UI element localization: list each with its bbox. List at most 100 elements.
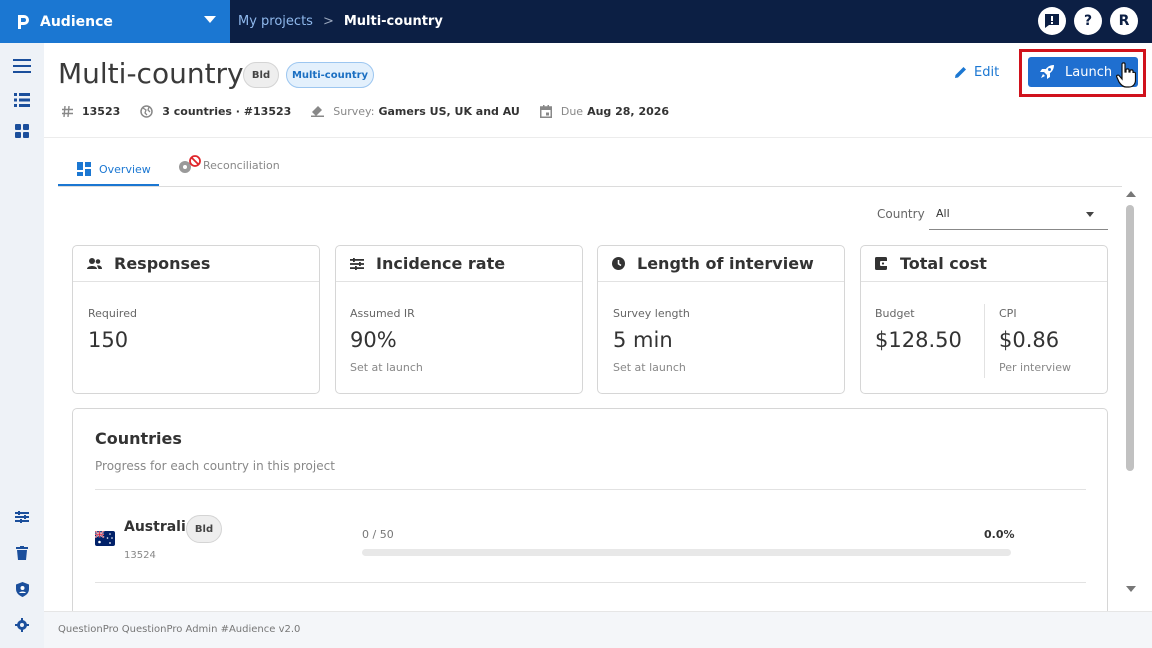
country-filter-select[interactable]: All [929, 203, 1108, 230]
page-title: Multi-country [58, 57, 244, 90]
edit-label: Edit [974, 64, 1000, 80]
scroll-up-icon[interactable] [1126, 191, 1136, 197]
rocket-icon [1040, 65, 1054, 79]
clock-icon [612, 257, 625, 270]
country-progress-count: 0 / 50 [362, 528, 394, 541]
countries-row-divider [95, 582, 1086, 583]
australia-flag-icon [95, 531, 115, 546]
required-value: 150 [88, 328, 129, 352]
total-cost-card: Total cost Budget $128.50 CPI $0.86 Per … [860, 245, 1108, 394]
budget-value: $128.50 [875, 328, 962, 352]
required-label: Required [88, 307, 137, 320]
project-id: 13523 [82, 104, 121, 118]
help-icon: ? [1083, 13, 1093, 29]
scrollbar-thumb[interactable] [1126, 205, 1134, 471]
incidence-rate-title: Incidence rate [376, 254, 506, 273]
total-cost-title: Total cost [900, 254, 987, 273]
left-rail [0, 43, 44, 648]
questionpro-logo-icon [18, 14, 29, 29]
country-project-id: 13524 [124, 550, 156, 561]
edit-button[interactable]: Edit [955, 63, 999, 81]
pencil-icon [955, 67, 966, 78]
user-avatar-button[interactable]: R [1110, 7, 1138, 35]
caret-down-icon [204, 16, 216, 23]
responses-card: Responses Required 150 [72, 245, 320, 394]
incidence-rate-card: Incidence rate Assumed IR 90% Set at lau… [335, 245, 583, 394]
countries-subtitle: Progress for each country in this projec… [95, 459, 335, 473]
breadcrumb-current: Multi-country [343, 14, 443, 29]
tab-overview-label: Overview [99, 162, 151, 176]
project-countries: 3 countries · #13523 [162, 104, 292, 118]
country-name[interactable]: Australia [124, 519, 195, 535]
tab-reconciliation-label: Reconciliation [203, 158, 280, 172]
survey-length-label: Survey length [613, 307, 690, 320]
hand-cursor-icon [1116, 62, 1136, 88]
type-chip-multi-country: Multi-country [286, 62, 374, 88]
breadcrumb: My projects > Multi-country [238, 0, 443, 43]
cpi-note: Per interview [999, 361, 1071, 374]
length-of-interview-card-header: Length of interview [598, 246, 844, 282]
list-icon[interactable] [13, 91, 31, 109]
tab-overview[interactable]: Overview [77, 156, 151, 182]
responses-title: Responses [114, 254, 211, 273]
survey-name: Gamers US, UK and AU [378, 104, 520, 118]
survey-icon [311, 105, 325, 117]
header-divider [44, 137, 1152, 138]
survey-length-note: Set at launch [613, 361, 686, 374]
app-name: Audience [40, 13, 113, 30]
status-chip-bld: Bld [243, 62, 279, 88]
cpi-label: CPI [999, 307, 1017, 320]
feedback-icon [1045, 14, 1059, 28]
length-of-interview-title: Length of interview [637, 254, 814, 273]
gear-icon[interactable] [13, 616, 31, 634]
top-bar: Audience My projects > Multi-country ? R [0, 0, 1152, 43]
help-button[interactable]: ? [1074, 7, 1102, 35]
survey-label: Survey: [333, 104, 375, 118]
country-progress-bar [362, 549, 1011, 556]
launch-label: Launch [1065, 64, 1113, 80]
tabs-divider [58, 186, 1122, 187]
dashboard-tab-icon [77, 162, 91, 176]
people-icon [87, 257, 102, 269]
cost-divider [984, 304, 985, 378]
countries-divider [95, 489, 1086, 490]
tab-reconciliation[interactable]: Reconciliation [178, 152, 280, 178]
country-progress-percent: 0.0% [984, 528, 1015, 541]
wallet-icon [875, 257, 888, 270]
survey-length-value: 5 min [613, 328, 673, 352]
responses-card-header: Responses [73, 246, 319, 282]
length-of-interview-card: Length of interview Survey length 5 min … [597, 245, 845, 394]
footer: QuestionPro QuestionPro Admin #Audience … [44, 611, 1152, 648]
due-date: Aug 28, 2026 [587, 104, 670, 118]
reconciliation-disabled-icon [179, 155, 201, 173]
budget-label: Budget [875, 307, 915, 320]
tune-icon [350, 257, 364, 270]
shield-user-icon[interactable] [13, 580, 31, 598]
breadcrumb-separator: > [322, 14, 334, 29]
assumed-ir-note: Set at launch [350, 361, 423, 374]
app-switcher[interactable]: Audience [0, 0, 230, 43]
feedback-button[interactable] [1038, 7, 1066, 35]
country-status-chip: Bld [186, 515, 222, 543]
breadcrumb-my-projects[interactable]: My projects [238, 14, 313, 29]
project-meta: 13523 3 countries · #13523 Survey: Gamer… [62, 103, 689, 119]
calendar-icon [539, 104, 552, 118]
countries-section: Countries Progress for each country in t… [72, 408, 1108, 618]
menu-icon[interactable] [13, 57, 31, 75]
country-filter-label: Country [877, 207, 925, 221]
sliders-icon[interactable] [13, 508, 31, 526]
globe-icon [140, 104, 154, 118]
avatar-initial: R [1118, 13, 1130, 29]
assumed-ir-value: 90% [350, 328, 397, 352]
country-filter-value: All [936, 207, 950, 220]
trash-icon[interactable] [13, 544, 31, 562]
incidence-rate-card-header: Incidence rate [336, 246, 582, 282]
caret-down-icon [1086, 212, 1094, 217]
due-label: Due [560, 104, 584, 118]
footer-text: QuestionPro QuestionPro Admin #Audience … [58, 624, 301, 635]
hash-icon [62, 105, 73, 117]
countries-title: Countries [95, 429, 182, 448]
scroll-down-icon[interactable] [1126, 586, 1136, 592]
cpi-value: $0.86 [999, 328, 1060, 352]
dashboard-icon[interactable] [13, 122, 31, 140]
